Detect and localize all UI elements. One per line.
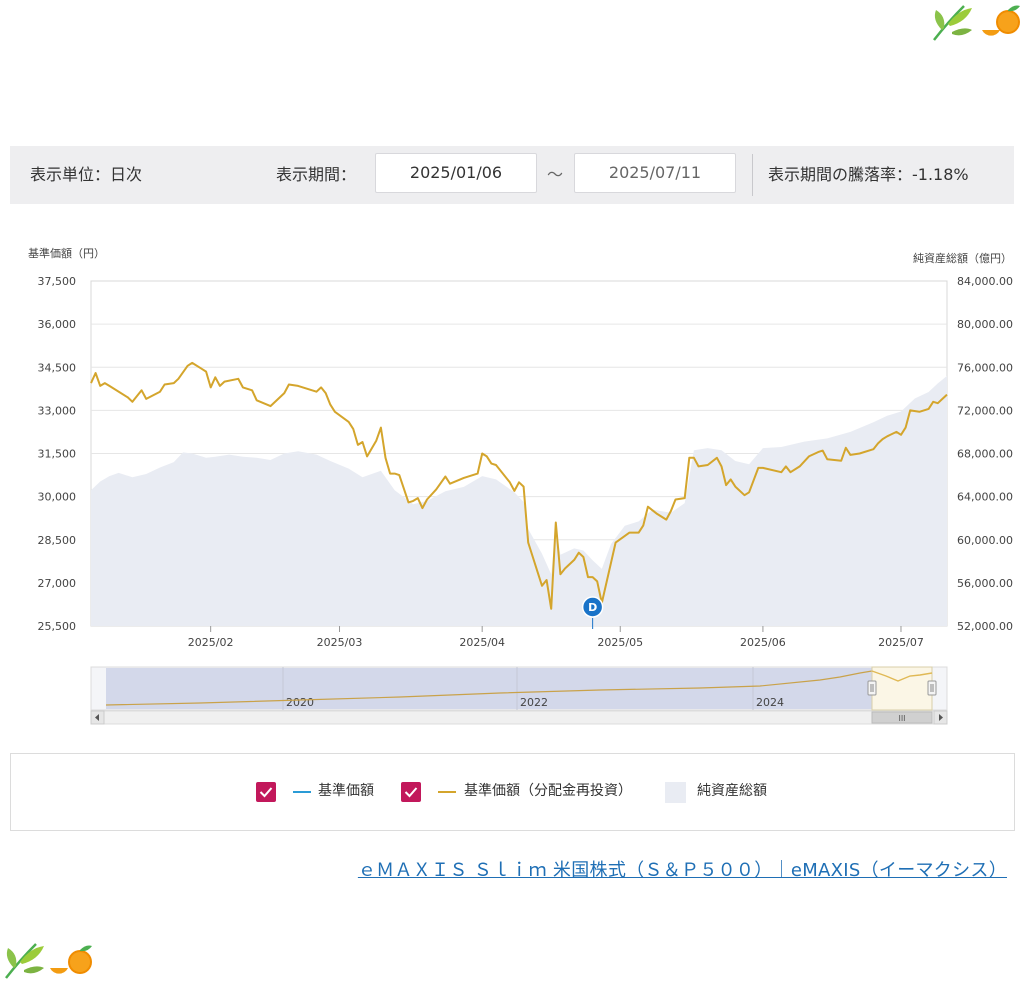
right-tick-label: 64,000.00 bbox=[957, 491, 1013, 504]
nav-legend-line bbox=[293, 791, 311, 793]
x-tick-label: 2025/03 bbox=[317, 636, 363, 649]
x-tick-label: 2025/06 bbox=[740, 636, 786, 649]
left-tick-label: 34,500 bbox=[38, 361, 77, 374]
right-tick-label: 52,000.00 bbox=[957, 620, 1013, 633]
left-tick-label: 33,000 bbox=[38, 404, 77, 417]
chart-legend: 基準価額 基準価額（分配金再投資） 純資産総額 bbox=[10, 753, 1015, 831]
right-tick-label: 84,000.00 bbox=[957, 275, 1013, 288]
navigator-handle[interactable] bbox=[867, 680, 877, 696]
right-tick-label: 80,000.00 bbox=[957, 318, 1013, 331]
left-tick-label: 30,000 bbox=[38, 491, 77, 504]
right-tick-label: 76,000.00 bbox=[957, 361, 1013, 374]
right-tick-label: 56,000.00 bbox=[957, 577, 1013, 590]
x-tick-label: 2025/04 bbox=[459, 636, 505, 649]
left-tick-label: 31,500 bbox=[38, 448, 77, 461]
nav-legend-label: 基準価額 bbox=[318, 783, 374, 799]
leaf-orange-icon bbox=[5, 943, 92, 979]
x-tick-label: 2025/05 bbox=[597, 636, 643, 649]
check-icon bbox=[259, 787, 273, 798]
navigator-scrollbar-track bbox=[90, 710, 948, 725]
left-tick-label: 28,500 bbox=[38, 534, 77, 547]
navigator-handle[interactable] bbox=[927, 680, 937, 696]
x-tick-label: 2025/02 bbox=[188, 636, 234, 649]
assets-legend-label: 純資産総額 bbox=[697, 783, 767, 799]
left-tick-label: 37,500 bbox=[38, 275, 77, 288]
reinvest-legend-label: 基準価額（分配金再投資） bbox=[464, 783, 632, 799]
nav-checkbox[interactable] bbox=[256, 782, 276, 802]
x-tick-label: 2025/07 bbox=[878, 636, 924, 649]
distribution-marker-label: D bbox=[588, 601, 597, 614]
left-tick-label: 36,000 bbox=[38, 318, 77, 331]
assets-legend-swatch bbox=[665, 782, 686, 803]
right-tick-label: 72,000.00 bbox=[957, 404, 1013, 417]
check-icon bbox=[404, 787, 418, 798]
reinvest-legend-line bbox=[438, 791, 456, 793]
right-tick-label: 68,000.00 bbox=[957, 448, 1013, 461]
fund-page-link[interactable]: ｅＭＡＸＩＳ Ｓｌｉｍ 米国株式（Ｓ＆Ｐ５００）｜eMAXIS（イーマクシス） bbox=[358, 856, 1007, 882]
right-tick-label: 60,000.00 bbox=[957, 534, 1013, 547]
left-tick-label: 25,500 bbox=[38, 620, 77, 633]
navigator-year-label: 2022 bbox=[520, 696, 548, 709]
price-chart: 37,500 36,000 34,500 33,000 31,500 30,000 28,5… bbox=[38, 275, 1013, 725]
reinvest-checkbox[interactable] bbox=[401, 782, 421, 802]
scroll-thumb-grip: III bbox=[898, 714, 905, 723]
navigator-selected-window bbox=[871, 666, 933, 711]
navigator-year-label: 2024 bbox=[756, 696, 784, 709]
left-tick-label: 27,000 bbox=[38, 577, 77, 590]
navigator-year-label: 2020 bbox=[286, 696, 314, 709]
